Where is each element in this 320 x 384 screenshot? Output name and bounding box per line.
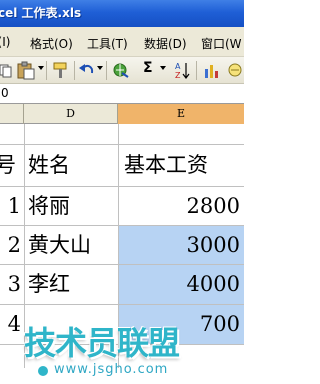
menu-bar: I(I) 格式(O) 工具(T) 数据(D) 窗口(W — [0, 27, 244, 57]
chart-wizard-icon[interactable] — [203, 61, 221, 80]
table-cell-number[interactable]: 3 — [0, 265, 21, 303]
gridline — [0, 144, 244, 145]
table-cell-number[interactable]: 4 — [0, 305, 21, 343]
table-cell-salary[interactable]: 3000 — [119, 226, 240, 264]
header-cell-salary[interactable]: 基本工资 — [124, 146, 208, 184]
menu-item-tools[interactable]: 工具(T) — [87, 35, 128, 52]
format-painter-icon[interactable] — [52, 61, 70, 80]
table-cell-salary[interactable]: 2800 — [119, 187, 240, 225]
watermark-logo-icon — [38, 366, 48, 376]
column-headers: D E — [0, 104, 244, 124]
table-cell-name[interactable]: 将丽 — [28, 187, 70, 225]
column-header-e[interactable]: E — [118, 104, 244, 124]
autosum-dropdown-icon[interactable] — [160, 66, 166, 70]
svg-text:Z: Z — [175, 71, 181, 80]
table-cell-number[interactable]: 2 — [0, 226, 21, 264]
paste-icon[interactable] — [16, 61, 36, 80]
hyperlink-icon[interactable] — [112, 61, 130, 80]
toolbar-separator — [46, 61, 47, 80]
title-bar: cel 工作表.xls — [0, 0, 244, 27]
window-title: cel 工作表.xls — [0, 6, 82, 20]
column-header-c[interactable] — [0, 104, 24, 124]
table-cell-salary[interactable]: 4000 — [119, 265, 240, 303]
menu-item-window[interactable]: 窗口(W — [201, 35, 242, 52]
toolbar-separator — [74, 61, 75, 80]
svg-text:A: A — [175, 62, 181, 71]
sort-ascending-icon[interactable]: A Z — [174, 61, 192, 80]
menu-item-data[interactable]: 数据(D) — [144, 35, 187, 52]
header-cell-number[interactable]: 号 — [0, 146, 16, 184]
watermark-brand: 技术员联盟 — [24, 324, 180, 362]
undo-dropdown-icon[interactable] — [97, 66, 103, 70]
paste-dropdown-icon[interactable] — [38, 66, 44, 70]
table-cell-name[interactable]: 黄大山 — [28, 226, 91, 264]
standard-toolbar: Σ A Z — [0, 57, 244, 84]
copy-icon[interactable] — [0, 61, 12, 80]
toolbar-separator — [196, 61, 197, 80]
toolbar-separator — [106, 61, 107, 80]
menu-item-i[interactable]: I(I) — [0, 35, 10, 49]
watermark-url: www.jsgho.com — [54, 362, 169, 377]
column-header-d[interactable]: D — [24, 104, 118, 124]
autosum-icon[interactable]: Σ — [143, 60, 153, 76]
table-cell-name[interactable]: 李红 — [28, 265, 70, 303]
menu-item-format[interactable]: 格式(O) — [30, 35, 73, 52]
drawing-icon[interactable] — [226, 61, 244, 80]
header-cell-name[interactable]: 姓名 — [28, 146, 70, 184]
formula-bar: 0 — [0, 84, 244, 104]
table-cell-number[interactable]: 1 — [0, 187, 21, 225]
name-box[interactable]: 0 — [0, 84, 9, 103]
undo-icon[interactable] — [78, 61, 96, 80]
